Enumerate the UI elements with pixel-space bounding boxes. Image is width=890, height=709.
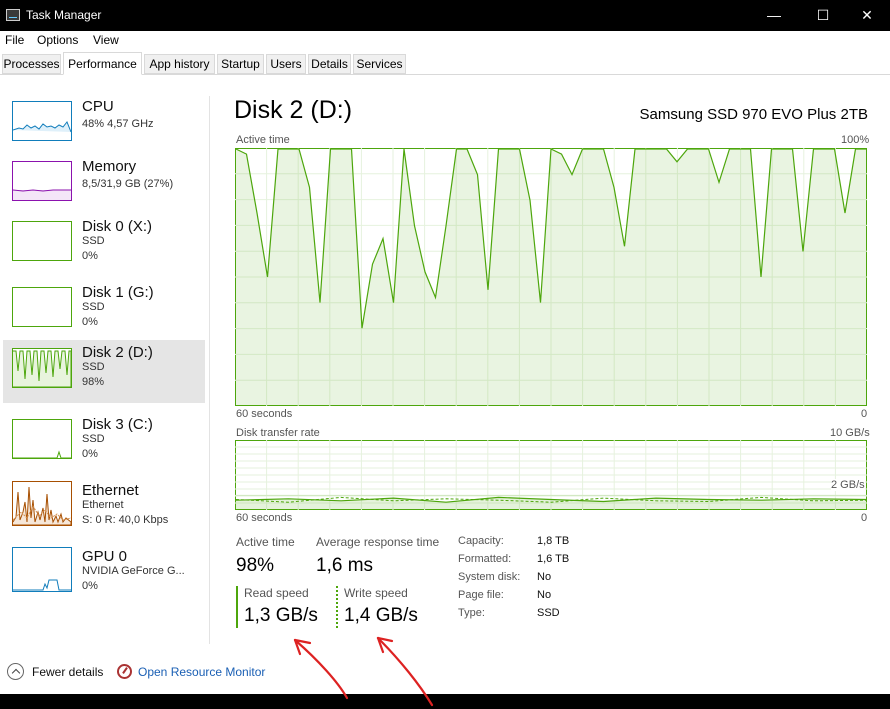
tab-startup[interactable]: Startup xyxy=(217,54,264,74)
sidebar-detail: SSD xyxy=(82,361,105,373)
tab-users[interactable]: Users xyxy=(266,54,306,74)
tab-processes[interactable]: Processes xyxy=(2,54,61,74)
sidebar-detail: SSD xyxy=(82,235,105,247)
page-file-label: Page file: xyxy=(458,589,504,601)
sidebar-item-disk-3[interactable]: Disk 3 (C:) SSD 0% xyxy=(3,412,205,474)
disk-2-thumbnail-graph xyxy=(12,348,72,388)
disk-0-thumbnail-graph xyxy=(12,221,72,261)
window-title: Task Manager xyxy=(26,8,102,22)
open-resource-monitor-link[interactable]: Open Resource Monitor xyxy=(138,665,265,679)
active-time-stat-label: Active time xyxy=(236,535,295,549)
menu-options[interactable]: Options xyxy=(37,33,78,47)
active-time-chart-label: Active time xyxy=(236,134,290,146)
footer: Fewer details Open Resource Monitor xyxy=(0,660,890,684)
sidebar-item-disk-0[interactable]: Disk 0 (X:) SSD 0% xyxy=(3,214,205,276)
sidebar-label: Disk 0 (X:) xyxy=(82,218,153,235)
capacity-value: 1,8 TB xyxy=(537,535,570,547)
sidebar-item-memory[interactable]: Memory 8,5/31,9 GB (27%) xyxy=(3,154,205,216)
memory-thumbnail-graph xyxy=(12,161,72,201)
system-disk-label: System disk: xyxy=(458,571,521,583)
tab-details[interactable]: Details xyxy=(308,54,351,74)
disk-1-thumbnail-graph xyxy=(12,287,72,327)
transfer-span-label: 60 seconds xyxy=(236,512,293,524)
active-time-stat-value: 98% xyxy=(236,555,275,576)
disk-model: Samsung SSD 970 EVO Plus 2TB xyxy=(639,106,868,123)
sidebar-item-gpu-0[interactable]: GPU 0 NVIDIA GeForce G... 0% xyxy=(3,544,205,606)
taskbar-strip xyxy=(0,694,890,709)
task-manager-icon xyxy=(6,9,20,21)
tab-services[interactable]: Services xyxy=(353,54,406,74)
panel-divider xyxy=(209,96,210,644)
tab-app-history[interactable]: App history xyxy=(144,54,215,74)
sidebar-label: Ethernet xyxy=(82,482,139,499)
resource-monitor-icon[interactable] xyxy=(117,664,132,679)
active-time-min-label: 0 xyxy=(861,408,868,420)
write-speed-marker xyxy=(336,586,338,628)
sidebar-label: Disk 3 (C:) xyxy=(82,416,153,433)
title-bar: Task Manager — ☐ ✕ xyxy=(0,0,890,31)
sidebar-label: Disk 2 (D:) xyxy=(82,344,153,361)
sidebar-detail: Ethernet xyxy=(82,499,124,511)
disk-3-thumbnail-graph xyxy=(12,419,72,459)
avg-response-label: Average response time xyxy=(316,535,440,549)
sidebar-label: CPU xyxy=(82,98,114,115)
minimize-button[interactable]: — xyxy=(751,0,797,31)
transfer-max-label: 10 GB/s xyxy=(830,427,870,439)
formatted-value: 1,6 TB xyxy=(537,553,570,565)
sidebar-detail: 48% 4,57 GHz xyxy=(82,118,154,130)
sidebar-detail: 8,5/31,9 GB (27%) xyxy=(82,178,174,190)
read-speed-value: 1,3 GB/s xyxy=(244,605,318,626)
transfer-rate-chart xyxy=(235,440,867,510)
transfer-mid-label: 2 GB/s xyxy=(831,479,865,491)
active-time-chart xyxy=(235,148,867,406)
sidebar-detail: SSD xyxy=(82,433,105,445)
active-time-max-label: 100% xyxy=(841,134,870,146)
active-time-area xyxy=(236,149,866,405)
gpu-0-thumbnail-graph xyxy=(12,547,72,592)
sidebar-detail: 0% xyxy=(82,580,98,592)
maximize-button[interactable]: ☐ xyxy=(800,0,846,31)
sidebar-item-disk-1[interactable]: Disk 1 (G:) SSD 0% xyxy=(3,280,205,342)
fewer-details-button[interactable]: Fewer details xyxy=(32,665,103,679)
sidebar-item-disk-2[interactable]: Disk 2 (D:) SSD 98% xyxy=(3,340,205,403)
ethernet-thumbnail-graph xyxy=(12,481,72,526)
chevron-up-icon[interactable] xyxy=(7,663,24,680)
sidebar-item-cpu[interactable]: CPU 48% 4,57 GHz xyxy=(3,94,205,156)
sidebar-label: Disk 1 (G:) xyxy=(82,284,154,301)
sidebar-detail: 98% xyxy=(82,376,105,388)
sidebar-detail: NVIDIA GeForce G... xyxy=(82,565,185,577)
capacity-label: Capacity: xyxy=(458,535,504,547)
sidebar-item-ethernet[interactable]: Ethernet Ethernet S: 0 R: 40,0 Kbps xyxy=(3,478,205,540)
transfer-chart-label: Disk transfer rate xyxy=(236,427,320,439)
formatted-label: Formatted: xyxy=(458,553,512,565)
sidebar-label: GPU 0 xyxy=(82,548,128,565)
sidebar-label: Memory xyxy=(82,158,137,175)
write-speed-label: Write speed xyxy=(344,586,408,600)
sidebar-detail: 0% xyxy=(82,250,98,262)
transfer-min-label: 0 xyxy=(861,512,868,524)
sidebar-detail: S: 0 R: 40,0 Kbps xyxy=(82,514,169,526)
cpu-thumbnail-graph xyxy=(12,101,72,141)
tab-bar: Processes Performance App history Startu… xyxy=(0,52,890,75)
close-button[interactable]: ✕ xyxy=(844,0,890,31)
type-label: Type: xyxy=(458,607,485,619)
sidebar-detail: 0% xyxy=(82,316,98,328)
read-speed-label: Read speed xyxy=(244,586,309,600)
read-speed-marker xyxy=(236,586,238,628)
menu-file[interactable]: File xyxy=(5,33,24,47)
sidebar-detail: SSD xyxy=(82,301,105,313)
menu-view[interactable]: View xyxy=(93,33,119,47)
page-title: Disk 2 (D:) xyxy=(234,96,353,124)
sidebar-detail: 0% xyxy=(82,448,98,460)
active-time-span-label: 60 seconds xyxy=(236,408,293,420)
menu-bar: File Options View xyxy=(0,31,890,51)
type-value: SSD xyxy=(537,607,560,619)
system-disk-value: No xyxy=(537,571,552,583)
tab-performance[interactable]: Performance xyxy=(63,52,142,75)
page-file-value: No xyxy=(537,589,552,601)
write-speed-value: 1,4 GB/s xyxy=(344,605,418,626)
avg-response-value: 1,6 ms xyxy=(316,555,374,576)
